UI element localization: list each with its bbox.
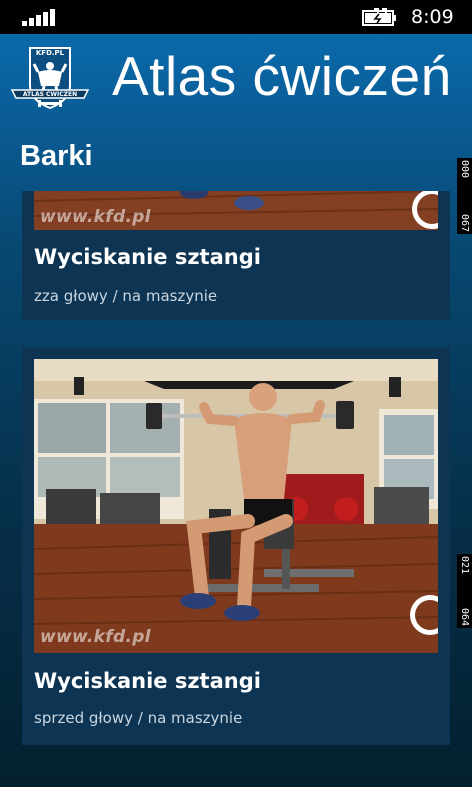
status-bar: 8:09	[0, 0, 472, 34]
exercise-thumbnail[interactable]: www.kfd.pl	[34, 191, 438, 230]
watermark: www.kfd.pl	[40, 627, 151, 647]
clock: 8:09	[411, 6, 454, 28]
counter-value: 021	[459, 556, 470, 575]
exercise-thumbnail[interactable]: www.kfd.pl	[34, 359, 438, 653]
exercise-card[interactable]: www.kfd.pl Wyciskanie sztangi zza głowy …	[22, 191, 450, 320]
exercise-photo	[34, 359, 438, 653]
counter-value: 067	[459, 213, 470, 232]
scroll-counter: 064 021	[457, 554, 472, 628]
exercise-card[interactable]: www.kfd.pl Wyciskanie sztangi sprzed gło…	[22, 347, 450, 745]
svg-text:ATLAS ĆWICZEŃ: ATLAS ĆWICZEŃ	[23, 90, 77, 98]
exercise-title: Wyciskanie sztangi	[34, 669, 261, 693]
app-title: Atlas ćwiczeń	[112, 45, 452, 107]
counter-value: 064	[459, 607, 470, 626]
signal-strength-icon	[22, 8, 56, 26]
scroll-counter: 067 000	[457, 158, 472, 234]
section-title[interactable]: Barki	[20, 140, 93, 173]
watermark: www.kfd.pl	[40, 207, 151, 227]
app-logo: KFD.PL ATLAS ĆWICZEŃ	[10, 47, 90, 110]
battery-charging-icon	[362, 8, 396, 26]
svg-text:KFD.PL: KFD.PL	[36, 49, 65, 57]
exercise-list[interactable]: www.kfd.pl Wyciskanie sztangi zza głowy …	[0, 191, 472, 787]
exercise-subtitle: sprzed głowy / na maszynie	[34, 709, 243, 727]
exercise-subtitle: zza głowy / na maszynie	[34, 287, 218, 305]
counter-value: 000	[459, 160, 470, 179]
exercise-title: Wyciskanie sztangi	[34, 245, 261, 269]
